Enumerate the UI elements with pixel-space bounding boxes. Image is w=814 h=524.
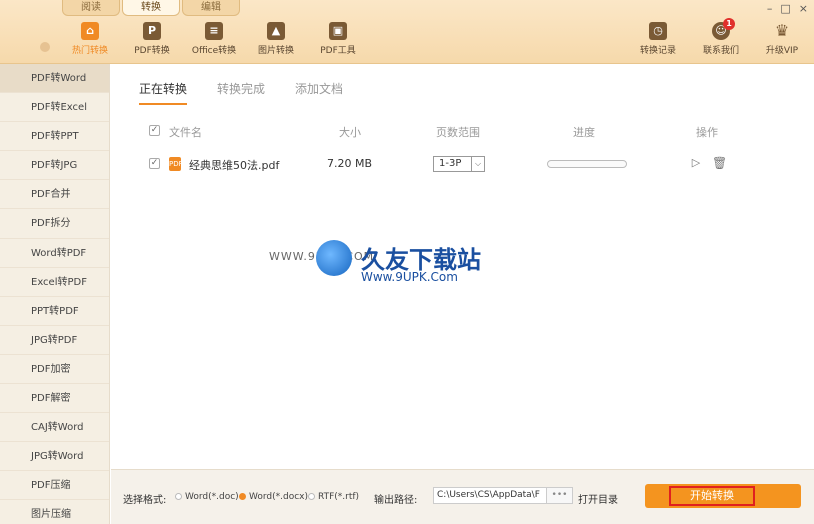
tool-label: PDF工具 bbox=[320, 46, 356, 56]
progress-bar bbox=[547, 160, 627, 168]
office-convert-button[interactable]: ≡ Office转换 bbox=[184, 22, 244, 56]
sidebar: PDF转Word PDF转Excel PDF转PPT PDF转JPG PDF合并… bbox=[0, 64, 110, 524]
settings-dot-icon[interactable] bbox=[40, 42, 50, 52]
open-directory-button[interactable]: 打开目录 bbox=[578, 491, 618, 506]
top-toolbar: 阅读 转换 编辑 – □ × ⌂ 热门转换 P PDF转换 ≡ Office转换… bbox=[0, 0, 814, 64]
tool-label: PDF转换 bbox=[134, 46, 170, 56]
watermark-url: Www.9UPK.Com bbox=[361, 270, 458, 284]
home-icon: ⌂ bbox=[81, 22, 99, 40]
sidebar-item-pdf-split[interactable]: PDF拆分 bbox=[0, 209, 109, 239]
sidebar-item-excel-to-pdf[interactable]: Excel转PDF bbox=[0, 268, 109, 297]
tab-edit[interactable]: 编辑 bbox=[182, 0, 240, 16]
main-panel: 正在转换 转换完成 添加文档 ✓ 文件名 大小 页数范围 进度 操作 ✓ PDF… bbox=[111, 64, 814, 469]
history-button[interactable]: ◷ 转换记录 bbox=[628, 22, 688, 56]
radio-label: Word(*.docx) bbox=[249, 492, 309, 502]
pdf-tools-button[interactable]: ▣ PDF工具 bbox=[308, 22, 368, 56]
toolbar-buttons: ⌂ 热门转换 P PDF转换 ≡ Office转换 ▲ 图片转换 ▣ PDF工具… bbox=[0, 18, 814, 62]
close-icon[interactable]: × bbox=[799, 2, 808, 15]
tool-label: 升级VIP bbox=[765, 46, 799, 56]
tool-label: 联系我们 bbox=[702, 46, 739, 56]
image-convert-button[interactable]: ▲ 图片转换 bbox=[246, 22, 306, 56]
radio-label: RTF(*.rtf) bbox=[318, 492, 360, 502]
format-rtf-radio[interactable]: RTF(*.rtf) bbox=[308, 492, 359, 502]
sidebar-item-image-compress[interactable]: 图片压缩 bbox=[0, 500, 109, 524]
tool-label: 热门转换 bbox=[71, 46, 108, 56]
output-path-label: 输出路径: bbox=[374, 495, 418, 506]
tool-label: 转换记录 bbox=[639, 46, 676, 56]
output-path-field[interactable]: C:\Users\CS\AppData\F ••• bbox=[433, 487, 573, 504]
header-pages: 页数范围 bbox=[436, 126, 480, 139]
header-operations: 操作 bbox=[696, 126, 718, 139]
pdf-convert-button[interactable]: P PDF转换 bbox=[122, 22, 182, 56]
header-size: 大小 bbox=[339, 126, 361, 139]
file-name: 经典思维50法.pdf bbox=[189, 159, 280, 172]
maximize-icon[interactable]: □ bbox=[780, 2, 790, 15]
hot-convert-button[interactable]: ⌂ 热门转换 bbox=[60, 22, 120, 56]
radio-label: Word(*.doc) bbox=[185, 492, 239, 502]
sidebar-item-pdf-to-excel[interactable]: PDF转Excel bbox=[0, 93, 109, 123]
tool-label: 图片转换 bbox=[257, 46, 294, 56]
pdf-icon: P bbox=[143, 22, 161, 40]
table-header: ✓ 文件名 大小 页数范围 进度 操作 bbox=[149, 124, 789, 140]
document-icon: ≡ bbox=[205, 22, 223, 40]
table-row: ✓ PDF 经典思维50法.pdf 7.20 MB 1-3P ⌵ ▷ 🗑 bbox=[149, 156, 789, 176]
crown-icon: ♛ bbox=[774, 21, 790, 40]
sidebar-item-pdf-merge[interactable]: PDF合并 bbox=[0, 180, 109, 210]
select-all-checkbox[interactable]: ✓ bbox=[149, 125, 160, 136]
play-icon[interactable]: ▷ bbox=[689, 156, 703, 170]
output-path-value: C:\Users\CS\AppData\F bbox=[437, 490, 540, 500]
notification-badge: 1 bbox=[723, 18, 735, 30]
header-progress: 进度 bbox=[573, 126, 595, 139]
sidebar-item-pdf-to-word[interactable]: PDF转Word bbox=[0, 64, 109, 94]
tool-label: Office转换 bbox=[191, 46, 237, 56]
start-convert-label: 开始转换 bbox=[669, 486, 755, 506]
sidebar-item-caj-to-word[interactable]: CAJ转Word bbox=[0, 413, 109, 443]
page-range-select[interactable]: 1-3P ⌵ bbox=[433, 156, 485, 172]
pdf-file-icon: PDF bbox=[169, 157, 183, 171]
row-checkbox[interactable]: ✓ bbox=[149, 158, 160, 169]
upgrade-vip-button[interactable]: ♛ 升级VIP bbox=[752, 21, 812, 57]
tab-convert[interactable]: 转换 bbox=[122, 0, 180, 16]
sub-tabs: 正在转换 转换完成 添加文档 bbox=[139, 80, 343, 105]
toolbox-icon: ▣ bbox=[329, 22, 347, 40]
tab-read[interactable]: 阅读 bbox=[62, 0, 120, 16]
sidebar-item-word-to-pdf[interactable]: Word转PDF bbox=[0, 239, 109, 268]
format-label: 选择格式: bbox=[123, 495, 167, 506]
image-icon: ▲ bbox=[267, 22, 285, 40]
header-filename: 文件名 bbox=[169, 126, 202, 139]
sidebar-item-pdf-decrypt[interactable]: PDF解密 bbox=[0, 384, 109, 414]
minimize-icon[interactable]: – bbox=[767, 2, 773, 15]
sidebar-item-pdf-encrypt[interactable]: PDF加密 bbox=[0, 355, 109, 385]
chevron-down-icon: ⌵ bbox=[471, 157, 484, 171]
page-range-value: 1-3P bbox=[439, 158, 462, 169]
window-controls: – □ × bbox=[767, 2, 808, 15]
window-tabs: 阅读 转换 编辑 bbox=[62, 0, 242, 16]
radio-icon bbox=[308, 493, 315, 500]
tab-converting[interactable]: 正在转换 bbox=[139, 80, 188, 105]
format-doc-radio[interactable]: Word(*.doc) bbox=[175, 492, 239, 502]
tab-add-document[interactable]: 添加文档 bbox=[295, 80, 343, 105]
sidebar-item-pdf-compress[interactable]: PDF压缩 bbox=[0, 471, 109, 501]
sidebar-item-pdf-to-jpg[interactable]: PDF转JPG bbox=[0, 151, 109, 181]
sidebar-item-jpg-to-word[interactable]: JPG转Word bbox=[0, 442, 109, 472]
radio-icon bbox=[175, 493, 182, 500]
trash-icon[interactable]: 🗑 bbox=[712, 156, 727, 170]
radio-icon bbox=[239, 493, 246, 500]
format-docx-radio[interactable]: Word(*.docx) bbox=[239, 492, 308, 502]
sidebar-item-jpg-to-pdf[interactable]: JPG转PDF bbox=[0, 326, 109, 355]
bottom-bar: 选择格式: Word(*.doc) Word(*.docx) RTF(*.rtf… bbox=[111, 469, 814, 524]
file-size: 7.20 MB bbox=[327, 157, 373, 170]
browse-button[interactable]: ••• bbox=[546, 488, 572, 503]
watermark-logo-icon bbox=[316, 240, 352, 276]
sidebar-item-ppt-to-pdf[interactable]: PPT转PDF bbox=[0, 297, 109, 326]
clock-icon: ◷ bbox=[649, 22, 667, 40]
sidebar-item-pdf-to-ppt[interactable]: PDF转PPT bbox=[0, 122, 109, 152]
start-convert-button[interactable]: 开始转换 bbox=[645, 484, 801, 508]
contact-button[interactable]: ☺ 1 联系我们 bbox=[691, 18, 751, 56]
tab-completed[interactable]: 转换完成 bbox=[217, 80, 265, 105]
